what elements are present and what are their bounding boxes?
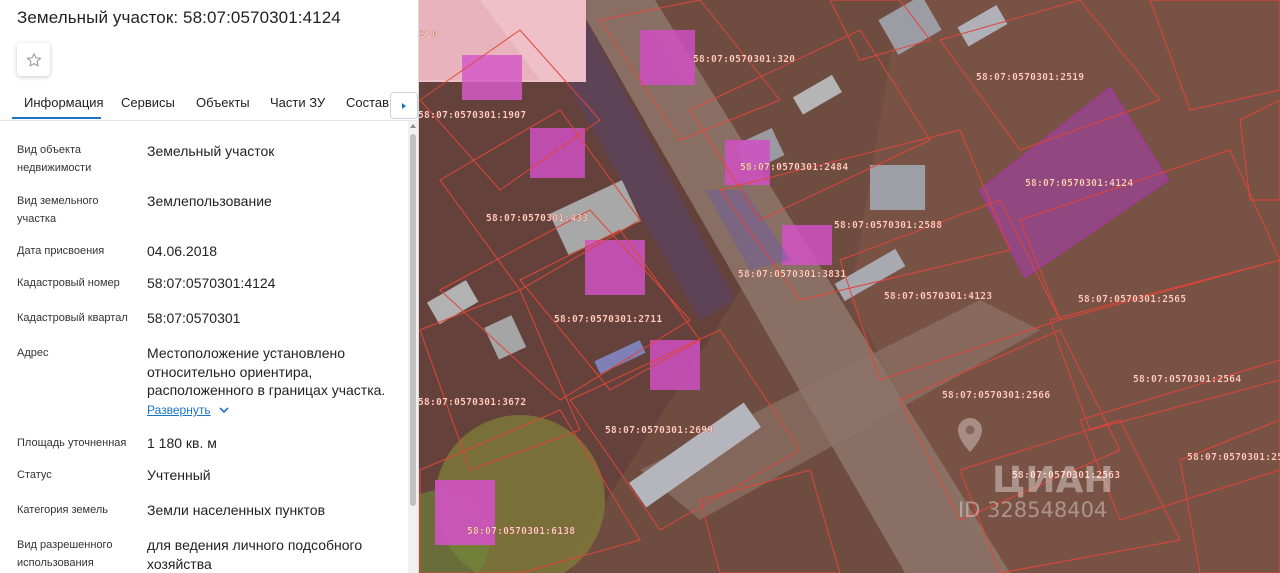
watermark-brand: ЦИАН (992, 460, 1114, 501)
attribute-value: 58:07:0570301:4124 (147, 275, 276, 291)
plot-label: 58:07:0570301:2711 (554, 314, 662, 325)
plot-label: 58:07:0570301:3672 (418, 397, 526, 408)
plot-label: 58:07:0570301:2566 (942, 390, 1050, 401)
address-value: Местоположение установлено относительно … (147, 345, 386, 398)
plot-label: 58:07:0570301:2588 (834, 220, 942, 231)
star-icon (26, 52, 41, 66)
watermark-id: ID 328548404 (958, 498, 1107, 522)
attribute-label: Адрес (17, 347, 49, 359)
attribute-label: Вид земельного участка (17, 195, 99, 225)
tabs-scroll-right-button[interactable] (390, 92, 418, 119)
tabs-divider (0, 120, 418, 121)
attribute-value: Учтенный (147, 467, 211, 483)
object-info-panel: Земельный участок: 58:07:0570301:4124 Ин… (0, 0, 419, 573)
expand-address-link[interactable]: Развернуть (147, 403, 229, 417)
info-tabs: Информация Сервисы Объекты Части ЗУ Сост… (12, 90, 418, 120)
plot-label: 58:07:0570301:2484 (740, 162, 848, 173)
expand-label: Развернуть (147, 403, 211, 417)
plot-label: 58:07:0570301:2519 (976, 72, 1084, 83)
plot-label: 58:07:0570301:3831 (738, 269, 846, 280)
plot-label: 58:07:0570301:2565 (1078, 294, 1186, 305)
scroll-up-arrow-icon[interactable] (410, 124, 416, 128)
attribute-label: Кадастровый номер (17, 277, 120, 289)
active-tab-indicator (12, 117, 101, 119)
attribute-value: 04.06.2018 (147, 243, 218, 259)
chevron-right-icon (402, 102, 406, 109)
attribute-value: 1 180 кв. м (147, 435, 217, 451)
plot-label: 58:07:0570301:6138 (467, 526, 575, 537)
attribute-label: Статус (17, 469, 52, 481)
tab-objects[interactable]: Объекты (196, 95, 250, 110)
attribute-label: Площадь уточненная (17, 437, 127, 449)
plot-label: 58:07:0570301:4124 (1025, 178, 1133, 189)
scrollbar-thumb[interactable] (410, 134, 416, 506)
attribute-value: Землепользование (147, 193, 272, 209)
plot-label: 58:07:0570301:4123 (884, 291, 992, 302)
attribute-label: Кадастровый квартал (17, 312, 128, 324)
favorite-button[interactable] (17, 43, 50, 76)
attribute-label: Вид объекта недвижимости (17, 144, 92, 174)
tab-composition[interactable]: Состав (346, 95, 389, 110)
plot-label: 310 (420, 29, 438, 40)
attribute-value: 58:07:0570301 (147, 310, 241, 326)
attribute-value: для ведения личного подсобного хозяйства (147, 537, 363, 572)
plot-label: 58:07:0570301:433 (486, 213, 588, 224)
page-title: Земельный участок: 58:07:0570301:4124 (17, 8, 341, 27)
plot-label: 58:07:0570301:320 (693, 54, 795, 65)
tab-services[interactable]: Сервисы (121, 95, 175, 110)
attribute-label: Вид разрешенного использования (17, 539, 113, 569)
attribute-value: Земли населенных пунктов (147, 502, 326, 518)
tab-parts[interactable]: Части ЗУ (270, 95, 325, 110)
chevron-down-icon (219, 406, 229, 413)
attribute-label: Категория земель (17, 504, 108, 516)
tab-information[interactable]: Информация (24, 95, 104, 110)
attribute-label: Дата присвоения (17, 245, 105, 257)
plot-label: 58:07:0570301:1907 (418, 110, 526, 121)
plot-label: 58:07:0570301:2564 (1133, 374, 1241, 385)
attribute-value: Земельный участок (147, 143, 275, 159)
plot-label: 58:07:0570301:2561 (1187, 452, 1280, 463)
plot-label: 58:07:0570301:2699 (605, 425, 713, 436)
